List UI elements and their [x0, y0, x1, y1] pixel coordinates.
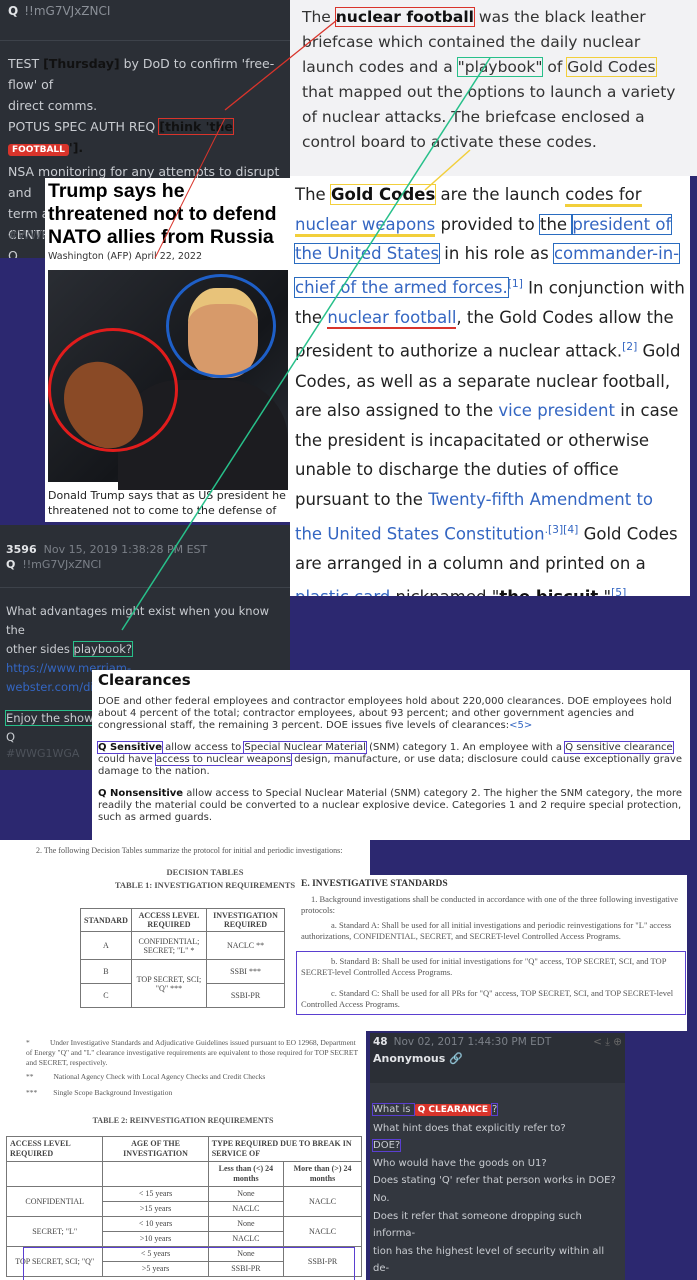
annotation-connectors [121, 19, 491, 631]
connector-playbook-green [121, 57, 491, 631]
connector-football-red [224, 19, 338, 111]
connector-gold-codes-yellow [424, 149, 471, 191]
connector-football-ball [154, 117, 226, 259]
